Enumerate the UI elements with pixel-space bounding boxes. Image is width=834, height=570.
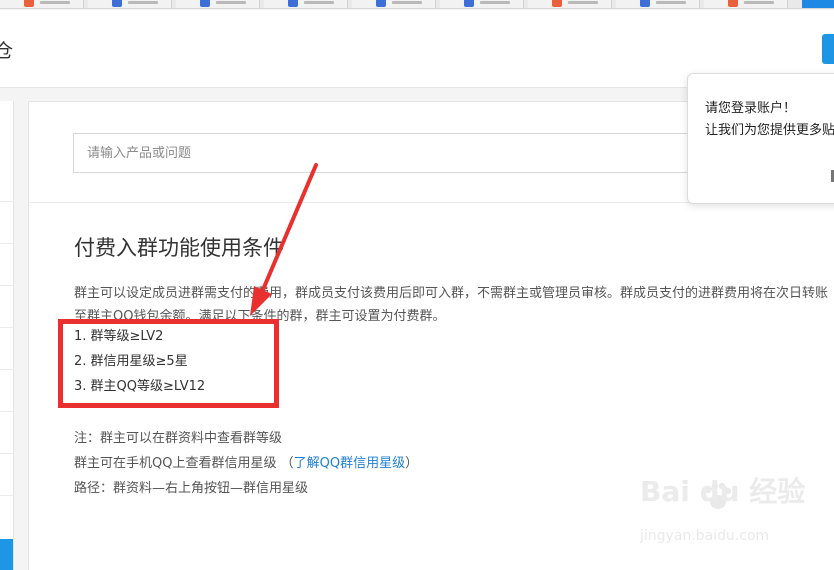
annotation-highlight-box: [58, 319, 279, 408]
browser-tab-active[interactable]: [802, 0, 834, 8]
browser-tab-favicon-icon: [640, 0, 650, 7]
site-logo-text[interactable]: 仓: [0, 36, 13, 63]
browser-tab-favicon-icon: [24, 0, 34, 7]
credit-star-link[interactable]: 了解QQ群信用星级: [294, 456, 405, 471]
watermark: Bai du 经验 jingyan.baidu.com: [640, 470, 820, 552]
browser-tab-strip: [0, 0, 834, 9]
browser-tab[interactable]: [440, 0, 524, 8]
browser-tab[interactable]: [264, 0, 348, 8]
browser-tab[interactable]: [616, 0, 700, 8]
left-sidebar: [0, 101, 14, 570]
watermark-brand: Bai du 经验: [640, 475, 806, 508]
browser-tab[interactable]: [176, 0, 260, 8]
browser-tab[interactable]: [704, 0, 788, 8]
browser-tab-favicon-icon: [464, 0, 474, 7]
browser-tab-favicon-icon: [728, 0, 738, 7]
note-line: 群主可在手机QQ上查看群信用星级 （了解QQ群信用星级）: [74, 456, 419, 471]
browser-tab-favicon-icon: [288, 0, 298, 7]
header-action-button[interactable]: [822, 34, 834, 64]
login-prompt-title: 请您登录账户！: [705, 101, 797, 116]
watermark-url: jingyan.baidu.com: [640, 528, 770, 544]
note-line: 注：群主可以在群资料中查看群等级: [74, 431, 283, 446]
login-prompt-popup: 请您登录账户！ 让我们为您提供更多贴心服务: [687, 73, 834, 204]
browser-tab-favicon-icon: [552, 0, 562, 7]
login-prompt-message: 让我们为您提供更多贴心服务: [705, 123, 834, 138]
sidebar-active-item[interactable]: [0, 539, 13, 570]
article-title: 付费入群功能使用条件: [74, 236, 284, 260]
note-line: 路径：群资料—右上角按钮—群信用星级: [74, 481, 309, 496]
browser-tab-favicon-icon: [376, 0, 386, 7]
browser-tab-favicon-icon: [112, 0, 122, 7]
browser-tab[interactable]: [88, 0, 172, 8]
browser-tab[interactable]: [0, 0, 84, 8]
browser-tab[interactable]: [528, 0, 612, 8]
browser-tab[interactable]: [352, 0, 436, 8]
browser-tab-favicon-icon: [200, 0, 210, 7]
